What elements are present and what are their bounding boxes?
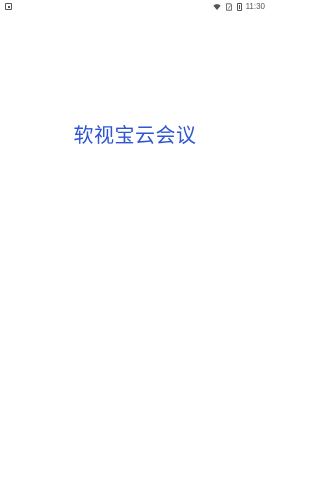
status-icons: 11:30 [212, 2, 265, 12]
app-title: 软视宝云会议 [73, 123, 197, 147]
status-time: 11:30 [245, 2, 265, 11]
battery-icon [236, 3, 242, 11]
splash-screen: 11:30 软视宝云会议 [0, 0, 270, 480]
sim-icon [225, 3, 232, 11]
status-bar: 11:30 [0, 0, 270, 14]
app-notification-icon [5, 3, 12, 10]
wifi-icon [212, 4, 221, 11]
